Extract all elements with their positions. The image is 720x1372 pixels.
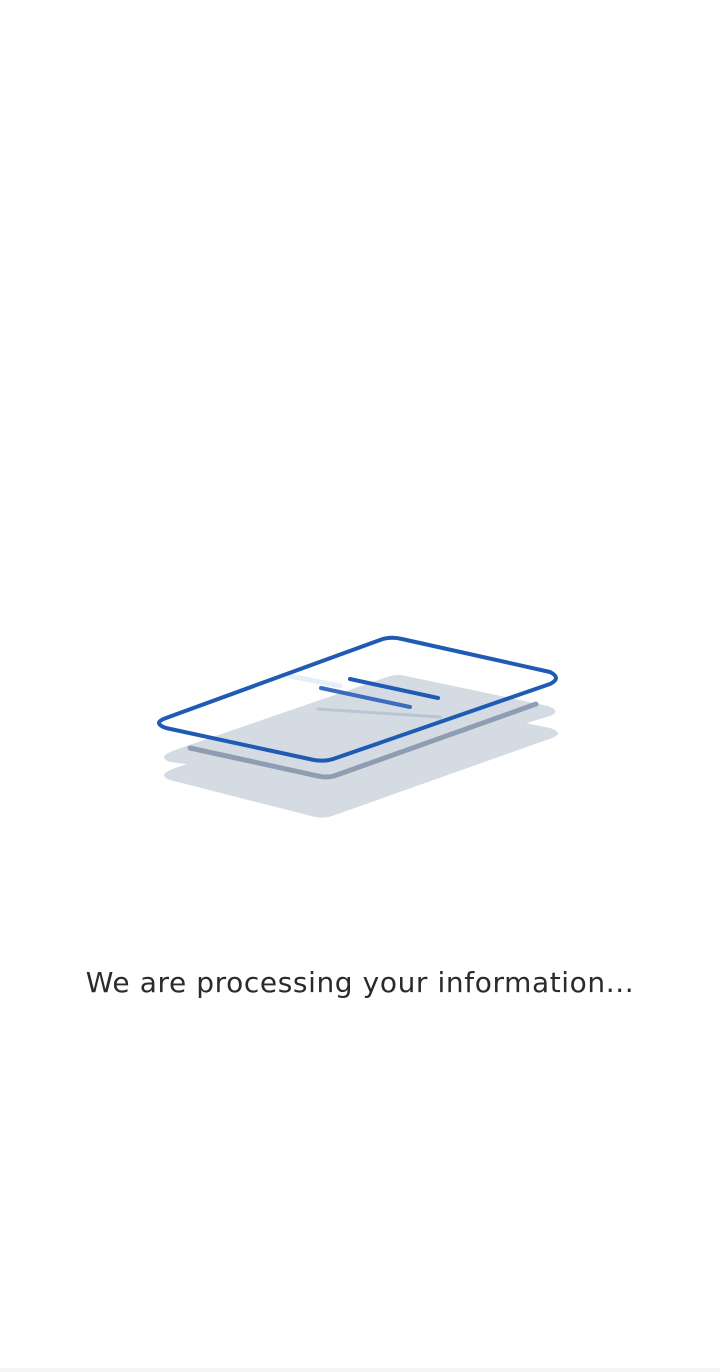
processing-message: We are processing your information... — [85, 966, 635, 999]
processing-screen: We are processing your information... — [0, 0, 720, 1372]
light-strip — [287, 673, 343, 689]
bottom-strip — [0, 1368, 720, 1372]
stacked-cards-icon — [157, 635, 559, 818]
